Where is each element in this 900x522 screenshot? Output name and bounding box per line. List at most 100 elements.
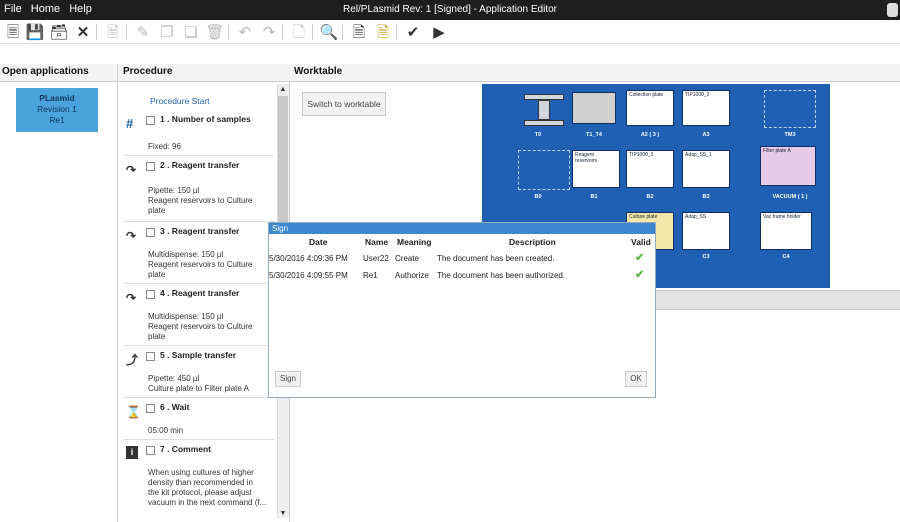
slot-label: C4 (782, 254, 790, 260)
step-detail: Multidispense: 150 µl Reagent reservoirs… (148, 312, 253, 342)
step-detail-line: Multidispense: 150 µl (148, 250, 224, 259)
switch-to-worktable-button[interactable]: Switch to worktable (302, 92, 386, 116)
undo-icon[interactable]: ↶ (236, 23, 254, 41)
info-comment-icon: i (126, 446, 138, 459)
plate-adap-2[interactable]: Adap_SS (682, 212, 730, 250)
plate-collection[interactable]: Collection plate (626, 90, 674, 126)
step-checkbox[interactable] (146, 404, 155, 413)
empty-slot[interactable] (518, 150, 570, 190)
column-header-name[interactable]: Name (365, 237, 388, 247)
slot-label: T1_T4 (586, 132, 602, 138)
procedure-step[interactable]: ↷ 3 . Reagent transfer Multidispense: 15… (124, 224, 274, 284)
row-name: User22 (363, 254, 389, 263)
column-header-meaning[interactable]: Meaning (397, 237, 431, 247)
tip-rack-slot[interactable] (518, 88, 570, 136)
view-icon[interactable]: 🗎 (104, 23, 122, 41)
sample-count-icon: # (126, 116, 134, 131)
procedure-step[interactable]: ⌛ 6 . Wait 05:00 min (124, 400, 274, 440)
row-name: Re1 (363, 271, 378, 280)
multidispense-icon: ↷ (126, 291, 137, 305)
procedure-step[interactable]: i 7 . Comment When using cultures of hig… (124, 442, 274, 522)
slot-label: VACUUM ( 1 ) (772, 194, 808, 200)
procedure-title: Procedure (123, 66, 173, 77)
toolbar-separator (312, 24, 313, 40)
step-checkbox[interactable] (146, 352, 155, 361)
step-detail: 05:00 min (148, 426, 184, 435)
save-icon[interactable]: 💾 (26, 23, 45, 41)
step-detail-line: Reagent reservoirs to Culture (148, 322, 253, 331)
step-detail: Pipette: 150 µl Reagent reservoirs to Cu… (148, 186, 253, 216)
preview-icon[interactable]: 🔍 (320, 23, 339, 41)
page-icon[interactable]: 🗋 (290, 23, 308, 41)
validate-check-icon[interactable]: ✔ (404, 23, 422, 41)
procedure-step[interactable]: ↷ 4 . Reagent transfer Multidispense: 15… (124, 286, 274, 346)
plate-adap-1[interactable]: Adap_SS_1 (682, 150, 730, 188)
save-as-icon[interactable]: 🗃 (49, 23, 68, 41)
step-detail-line: density than recommended in (148, 478, 253, 487)
column-header-valid[interactable]: Valid (631, 237, 651, 247)
procedure-step[interactable]: ⤴ 5 . Sample transfer Pipette: 450 µl Cu… (124, 348, 274, 398)
plate-vac-frame[interactable]: Vac frame holder (760, 212, 812, 250)
ok-button[interactable]: OK (625, 371, 647, 387)
slot-label: B2 (646, 194, 654, 200)
open-applications-pane (0, 64, 118, 522)
export-icon[interactable]: 🗎 (350, 23, 368, 41)
step-title: 2 . Reagent transfer (160, 160, 240, 170)
app-name: PLasmid (39, 93, 75, 103)
toolbar-separator (342, 24, 343, 40)
step-detail-line: the kit protocol, please adjust (148, 488, 252, 497)
valid-check-icon: ✔ (635, 252, 645, 264)
application-tile[interactable]: PLasmid Revision 1 Re1 (16, 88, 98, 132)
app-owner: Re1 (49, 115, 65, 125)
run-play-icon[interactable]: ▶ (430, 23, 448, 41)
empty-slot[interactable] (764, 90, 816, 128)
import-icon[interactable]: 🗎 (374, 23, 392, 41)
toolbar-separator (96, 24, 97, 40)
plate-filter[interactable]: Filter plate A (760, 146, 816, 186)
procedure-step[interactable]: ↷ 2 . Reagent transfer Pipette: 150 µl R… (124, 158, 274, 222)
step-checkbox[interactable] (146, 228, 155, 237)
step-checkbox[interactable] (146, 162, 155, 171)
step-detail-line: When using cultures of higher (148, 468, 254, 477)
edit-icon[interactable]: ✎ (134, 23, 152, 41)
column-header-date[interactable]: Date (309, 237, 327, 247)
step-checkbox[interactable] (146, 290, 155, 299)
tip-rack-bar-bottom (524, 120, 564, 126)
plate-tip1000-a[interactable]: TIP1000_2 (682, 90, 730, 126)
row-date: 5/30/2016 4:09:55 PM (269, 271, 348, 280)
step-title: 6 . Wait (160, 402, 190, 412)
row-meaning: Authorize (395, 271, 429, 280)
close-icon[interactable]: ✕ (74, 23, 92, 41)
redo-icon[interactable]: ↷ (260, 23, 278, 41)
step-detail-line: plate (148, 332, 166, 341)
procedure-step[interactable]: # 1 . Number of samples Fixed: 96 (124, 112, 274, 156)
paste-icon[interactable]: ❑ (182, 23, 200, 41)
slot-label: B0 (534, 194, 542, 200)
row-meaning: Create (395, 254, 420, 263)
step-checkbox[interactable] (146, 116, 155, 125)
procedure-start[interactable]: Procedure Start (150, 96, 210, 106)
tube-rack[interactable] (572, 92, 616, 124)
plate-tip1000-b[interactable]: TIP1000_3 (626, 150, 674, 188)
sign-dialog-title: Sign (269, 223, 655, 234)
scroll-up-icon[interactable]: ▲ (278, 86, 288, 96)
delete-icon[interactable]: 🗑 (205, 23, 224, 41)
step-detail-line: Multidispense: 150 µl (148, 312, 224, 321)
new-doc-icon[interactable]: 🗏 (4, 23, 22, 41)
slot-label: T0 (534, 132, 542, 138)
column-header-description[interactable]: Description (509, 237, 556, 247)
copy-icon[interactable]: ❐ (158, 23, 176, 41)
window-control-icon[interactable] (887, 3, 898, 17)
slot-label: A2 ( 3 ) (640, 132, 660, 138)
step-detail-line: Culture plate to Filter plate A (148, 384, 249, 393)
step-detail-line: plate (148, 270, 166, 279)
app-revision: Revision 1 (37, 104, 77, 114)
sign-button[interactable]: Sign (275, 371, 301, 387)
row-description: The document has been created. (437, 254, 555, 263)
plate-reagent[interactable]: Reagent reservoirs (572, 150, 620, 188)
worktable-title: Worktable (294, 66, 343, 77)
step-detail: Pipette: 450 µl Culture plate to Filter … (148, 374, 249, 394)
worktable-bottom-strip (656, 290, 900, 310)
scroll-down-icon[interactable]: ▼ (278, 510, 288, 520)
step-checkbox[interactable] (146, 446, 155, 455)
